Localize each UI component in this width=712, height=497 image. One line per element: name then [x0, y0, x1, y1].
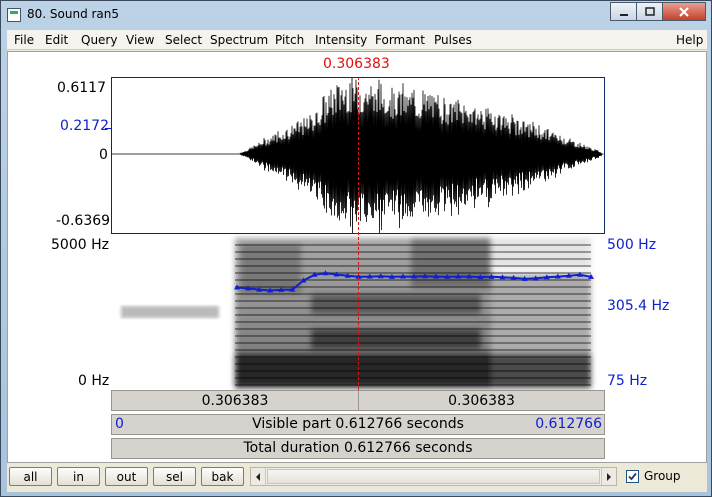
menu-spectrum[interactable]: Spectrum: [210, 33, 268, 47]
minimize-button[interactable]: [610, 2, 637, 21]
checkmark-icon: [628, 472, 637, 480]
menu-pitch[interactable]: Pitch: [275, 33, 304, 47]
spectrogram-bottom-freq: 0 Hz: [78, 373, 110, 389]
spectrogram-band: [235, 251, 591, 253]
waveform-cursor-value: 0.2172: [60, 118, 109, 134]
spectrogram-band: [235, 370, 591, 372]
horizontal-scrollbar[interactable]: [250, 467, 617, 486]
spectrogram-band: [235, 265, 591, 267]
pitch-top-label: 500 Hz: [607, 237, 657, 253]
waveform-max-label: 0.6117: [57, 80, 106, 96]
bottom-toolbar: all in out sel bak Group: [7, 463, 707, 492]
menu-pulses[interactable]: Pulses: [434, 33, 472, 47]
spectrogram-band: [235, 349, 591, 351]
spectrogram-band: [235, 272, 591, 274]
arrow-right-icon: [607, 472, 611, 481]
menu-select[interactable]: Select: [165, 33, 202, 47]
visible-part-label: Visible part 0.612766 seconds: [252, 416, 464, 432]
close-icon: [679, 6, 689, 17]
minimize-icon: [619, 13, 628, 16]
menu-edit[interactable]: Edit: [45, 33, 68, 47]
spectrogram-band: [235, 293, 591, 295]
group-checkbox[interactable]: [626, 469, 639, 483]
group-label: Group: [644, 469, 681, 483]
spectrogram-band: [235, 244, 591, 246]
pitch-cursor-label: 305.4 Hz: [607, 298, 670, 314]
total-duration-label: Total duration 0.612766 seconds: [243, 440, 473, 456]
zoom-out-button[interactable]: out: [105, 467, 148, 486]
spectrogram-band: [235, 314, 591, 316]
spectrogram-band: [235, 328, 591, 330]
cursor-line: [358, 77, 359, 390]
spectrogram-band: [235, 384, 591, 386]
spectrogram-band: [235, 356, 591, 358]
zoom-all-button[interactable]: all: [9, 467, 52, 486]
maximize-button[interactable]: [636, 2, 663, 21]
menu-file[interactable]: File: [14, 33, 34, 47]
menu-query[interactable]: Query: [81, 33, 117, 47]
scroll-left-button[interactable]: [251, 468, 266, 485]
spectrogram-band: [235, 342, 591, 344]
scroll-right-button[interactable]: [601, 468, 616, 485]
menu-help[interactable]: Help: [676, 33, 703, 47]
total-duration-bar[interactable]: Total duration 0.612766 seconds: [111, 438, 605, 459]
spectrogram-band: [235, 363, 591, 365]
window-title: 80. Sound ran5: [27, 7, 120, 21]
zoom-selection-button[interactable]: sel: [153, 467, 196, 486]
caption-buttons: [610, 2, 706, 21]
menu-view[interactable]: View: [126, 33, 154, 47]
spectrogram-band: [235, 286, 591, 288]
pitch-bottom-label: 75 Hz: [607, 373, 648, 389]
drawing-area[interactable]: 0.306383 0.6117 0.2172 0 -0.6369 5000 Hz…: [7, 51, 707, 463]
spectrogram-top-freq: 5000 Hz: [51, 237, 109, 253]
spectrogram-band: [235, 300, 591, 302]
spectrogram-band: [235, 377, 591, 379]
spectrogram-band: [235, 307, 591, 309]
cursor-time-label: 0.306383: [323, 56, 390, 72]
client-area: File Edit Query View Select Spectrum Pit…: [7, 30, 707, 492]
spectrogram-band: [235, 335, 591, 337]
spectrogram-band: [235, 258, 591, 260]
time-right-cell[interactable]: 0.306383: [359, 391, 604, 410]
zoom-back-button[interactable]: bak: [201, 467, 244, 486]
maximize-icon: [644, 6, 655, 16]
group-toggle[interactable]: Group: [626, 469, 681, 483]
title-bar[interactable]: 80. Sound ran5: [1, 1, 711, 29]
close-button[interactable]: [662, 2, 706, 21]
editor-window: 80. Sound ran5 File Edit Query View Sele…: [0, 0, 712, 497]
app-icon: [7, 8, 21, 22]
waveform-min-label: -0.6369: [56, 213, 111, 229]
arrow-left-icon: [256, 472, 260, 481]
visible-part-bar[interactable]: 0 Visible part 0.612766 seconds 0.612766: [111, 414, 605, 435]
waveform-zero-label: 0: [99, 147, 108, 163]
scrollbar-thumb[interactable]: [267, 469, 600, 484]
zoom-in-button[interactable]: in: [57, 467, 100, 486]
spectrogram-band: [235, 321, 591, 323]
menu-formant[interactable]: Formant: [375, 33, 425, 47]
menu-bar: File Edit Query View Select Spectrum Pit…: [7, 30, 707, 50]
menu-intensity[interactable]: Intensity: [315, 33, 367, 47]
cursor-time-bar[interactable]: 0.306383 0.306383: [111, 390, 605, 411]
visible-end-label: 0.612766: [535, 416, 602, 432]
time-left-cell[interactable]: 0.306383: [112, 391, 358, 410]
